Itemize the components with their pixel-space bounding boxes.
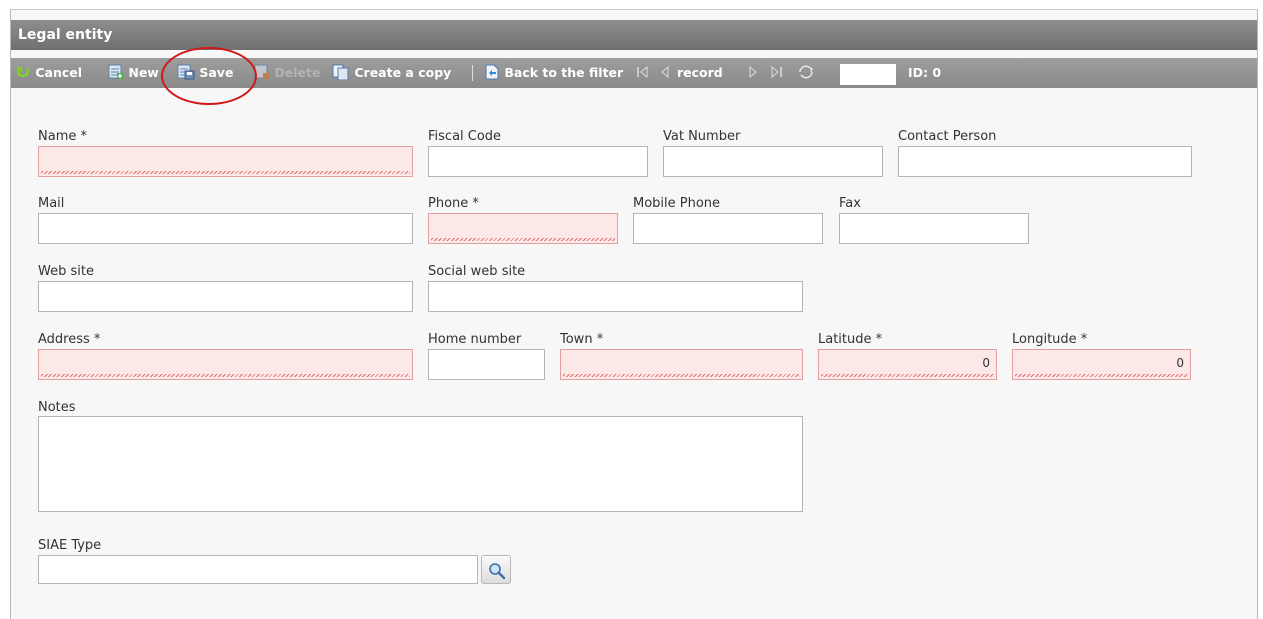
contact-person-input[interactable]	[898, 146, 1192, 177]
siae-type-input[interactable]	[38, 555, 478, 584]
save-icon	[177, 64, 195, 80]
mobile-phone-input[interactable]	[633, 213, 823, 244]
create-copy-label: Create a copy	[354, 65, 452, 80]
first-record-button[interactable]	[636, 58, 650, 88]
social-web-site-input[interactable]	[428, 281, 803, 312]
latitude-label: Latitude *	[818, 332, 883, 347]
mail-label: Mail	[38, 196, 65, 211]
new-icon	[108, 64, 123, 79]
delete-icon	[254, 64, 269, 79]
create-copy-button[interactable]: Create a copy	[332, 58, 451, 88]
name-label: Name *	[38, 129, 87, 144]
refresh-button[interactable]	[796, 58, 816, 88]
name-input[interactable]	[38, 146, 413, 177]
social-web-site-label: Social web site	[428, 264, 526, 279]
longitude-input[interactable]: 0	[1012, 349, 1191, 380]
latitude-value: 0	[982, 356, 990, 370]
delete-label: Delete	[274, 65, 321, 80]
notes-textarea[interactable]	[38, 416, 803, 512]
town-input[interactable]	[560, 349, 803, 380]
mail-input[interactable]	[38, 213, 413, 244]
next-record-button[interactable]	[747, 58, 759, 88]
fiscal-code-input[interactable]	[428, 146, 648, 177]
next-record-icon	[749, 65, 757, 79]
toolbar: Cancel New Save Delete Create a copy Bac…	[11, 58, 1257, 88]
cancel-icon	[16, 66, 30, 78]
longitude-value: 0	[1176, 356, 1184, 370]
phone-label: Phone *	[428, 196, 479, 211]
fax-input[interactable]	[839, 213, 1029, 244]
cancel-label: Cancel	[35, 65, 83, 80]
latitude-input[interactable]: 0	[818, 349, 997, 380]
last-record-icon	[771, 65, 782, 79]
vat-number-label: Vat Number	[663, 129, 741, 144]
address-label: Address *	[38, 332, 101, 347]
phone-input[interactable]	[428, 213, 618, 244]
back-to-filter-button[interactable]: Back to the filter	[484, 58, 623, 88]
last-record-button[interactable]	[769, 58, 783, 88]
save-label: Save	[199, 65, 234, 80]
back-to-filter-label: Back to the filter	[504, 65, 624, 80]
refresh-icon	[799, 65, 813, 79]
web-site-input[interactable]	[38, 281, 413, 312]
delete-button[interactable]: Delete	[254, 58, 320, 88]
new-label: New	[128, 65, 159, 80]
previous-record-button[interactable]	[659, 58, 671, 88]
back-icon	[485, 64, 499, 80]
previous-record-icon	[661, 65, 669, 79]
toolbar-separator	[472, 65, 473, 81]
record-label: record	[677, 65, 723, 80]
form-panel	[10, 10, 1258, 619]
notes-label: Notes	[38, 400, 76, 415]
siae-type-search-button[interactable]	[481, 555, 511, 584]
longitude-label: Longitude *	[1012, 332, 1088, 347]
save-button[interactable]: Save	[177, 58, 233, 88]
search-icon	[489, 563, 506, 580]
new-button[interactable]: New	[108, 58, 159, 88]
web-site-label: Web site	[38, 264, 94, 279]
vat-number-input[interactable]	[663, 146, 883, 177]
fax-label: Fax	[839, 196, 861, 211]
address-input[interactable]	[38, 349, 413, 380]
siae-type-label: SIAE Type	[38, 538, 102, 553]
record-number-input[interactable]	[840, 64, 896, 85]
record-id: ID: 0	[908, 65, 942, 80]
copy-icon	[332, 64, 349, 81]
home-number-input[interactable]	[428, 349, 545, 380]
contact-person-label: Contact Person	[898, 129, 997, 144]
fiscal-code-label: Fiscal Code	[428, 129, 502, 144]
first-record-icon	[637, 65, 648, 79]
town-label: Town *	[560, 332, 604, 347]
mobile-phone-label: Mobile Phone	[633, 196, 721, 211]
cancel-button[interactable]: Cancel	[15, 58, 82, 88]
window-title: Legal entity	[18, 27, 113, 43]
window-titlebar: Legal entity	[11, 20, 1257, 50]
home-number-label: Home number	[428, 332, 522, 347]
